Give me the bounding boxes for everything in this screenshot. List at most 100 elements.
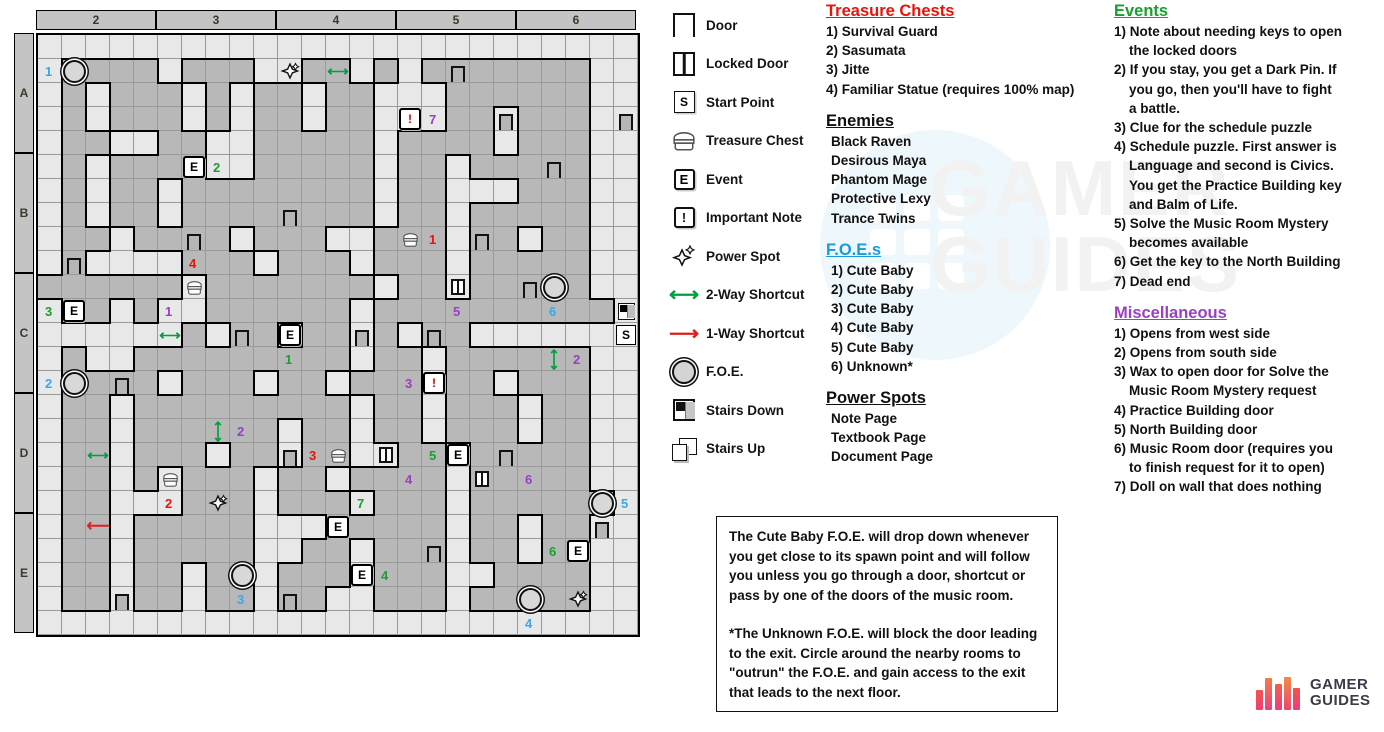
wall-segment: [373, 298, 375, 324]
map-cell: [590, 131, 614, 155]
map-cell: [614, 563, 638, 587]
wall-segment: [109, 490, 111, 516]
important-note[interactable]: !: [422, 371, 446, 395]
foe-marker[interactable]: [62, 371, 86, 395]
map-cell: [134, 203, 158, 227]
foe-marker[interactable]: [518, 587, 542, 611]
event-marker[interactable]: E: [182, 155, 206, 179]
map-cell: [302, 83, 326, 107]
event-marker[interactable]: E: [350, 563, 374, 587]
door[interactable]: [470, 228, 494, 250]
wall-segment: [61, 514, 63, 540]
door[interactable]: [542, 156, 566, 178]
map-cell: [590, 203, 614, 227]
treasure-chest[interactable]: [158, 467, 182, 491]
door[interactable]: [230, 324, 254, 346]
map-cell: [518, 491, 542, 515]
door[interactable]: [350, 324, 374, 346]
foe-marker[interactable]: [542, 275, 566, 299]
event-marker[interactable]: E: [62, 299, 86, 323]
map-cell: [302, 347, 326, 371]
start-point-icon: S: [662, 91, 706, 114]
map-cell: [134, 395, 158, 419]
wall-segment: [109, 298, 111, 324]
wall-segment: [469, 562, 495, 564]
wall-segment: [109, 418, 111, 444]
door[interactable]: [422, 324, 446, 346]
map-cell: [86, 227, 110, 251]
enemies-heading: Enemies: [826, 111, 894, 130]
wall-segment: [109, 562, 111, 588]
door[interactable]: [278, 588, 302, 610]
list-item: 2) Cute Baby: [831, 282, 914, 298]
door[interactable]: [110, 372, 134, 394]
map-cell: [614, 251, 638, 275]
event-marker[interactable]: E: [566, 539, 590, 563]
wall-segment: [589, 442, 591, 468]
map-cell: [590, 251, 614, 275]
shortcut-2way[interactable]: ⟷: [158, 323, 182, 347]
door[interactable]: [182, 228, 206, 250]
wall-segment: [469, 154, 471, 180]
event-marker[interactable]: E: [326, 515, 350, 539]
door[interactable]: [494, 444, 518, 466]
foe-marker[interactable]: [62, 59, 86, 83]
locked-door[interactable]: [470, 468, 494, 490]
wall-segment: [157, 298, 159, 324]
map-cell: [494, 611, 518, 635]
foe-marker[interactable]: [590, 491, 614, 515]
wall-segment: [373, 538, 375, 564]
wall-segment: [349, 250, 351, 276]
door[interactable]: [62, 252, 86, 274]
door[interactable]: [590, 516, 614, 538]
map-cell: [614, 467, 638, 491]
map-cell: [86, 491, 110, 515]
treasure-chest[interactable]: [398, 227, 422, 251]
wall-segment: [61, 394, 63, 420]
map-cell: [494, 155, 518, 179]
wall-segment: [205, 82, 207, 108]
wall-segment: [373, 226, 399, 228]
map-cell: [326, 419, 350, 443]
legend-label: Stairs Down: [706, 402, 785, 418]
shortcut-2way-vertical[interactable]: ⟷: [206, 419, 230, 443]
door[interactable]: [614, 108, 638, 130]
map-cell: [86, 347, 110, 371]
door[interactable]: [422, 540, 446, 562]
door[interactable]: [278, 204, 302, 226]
event-marker[interactable]: E: [278, 323, 302, 347]
shortcut-2way[interactable]: ⟷: [326, 59, 350, 83]
locked-door[interactable]: [374, 444, 398, 466]
legend-row: S Start Point: [662, 83, 852, 122]
door[interactable]: [278, 444, 302, 466]
start-point[interactable]: S: [614, 323, 638, 347]
stairs-down[interactable]: [614, 299, 638, 323]
wall-segment: [565, 346, 591, 348]
shortcut-1way[interactable]: ⟶: [86, 515, 110, 539]
door[interactable]: [518, 276, 542, 298]
treasure-chest[interactable]: [182, 275, 206, 299]
map-cell: [374, 299, 398, 323]
foe-marker[interactable]: [230, 563, 254, 587]
important-note[interactable]: !: [398, 107, 422, 131]
shortcut-2way-vertical[interactable]: ⟷: [542, 347, 566, 371]
map-cell: [182, 371, 206, 395]
map-cell: [302, 611, 326, 635]
door[interactable]: [110, 588, 134, 610]
shortcut-2way[interactable]: ⟷: [86, 443, 110, 467]
wall-segment: [61, 226, 63, 252]
event-marker[interactable]: E: [446, 443, 470, 467]
map-cell: [494, 347, 518, 371]
door[interactable]: [494, 108, 518, 130]
number-label: 4: [189, 256, 197, 271]
door[interactable]: [446, 60, 470, 82]
map-cell: [446, 227, 470, 251]
wall-segment: [541, 514, 543, 540]
map-grid[interactable]: 1 ⟷! 7 E 2 1 4 E 3 1 5 6 ⟷ E S 1 ⟷ 2 2 3! ⟷ 2 ⟷ 3 5 E 4 6 2 7 5 ⟶ E 6 E E 4 3…: [36, 33, 640, 637]
map-cell: [110, 395, 134, 419]
treasure-chest[interactable]: [326, 443, 350, 467]
locked-door[interactable]: [446, 276, 470, 298]
gamer-guides-logo[interactable]: GAMER GUIDES: [1256, 676, 1371, 710]
wall-segment: [157, 178, 183, 180]
wall-segment: [157, 394, 183, 396]
